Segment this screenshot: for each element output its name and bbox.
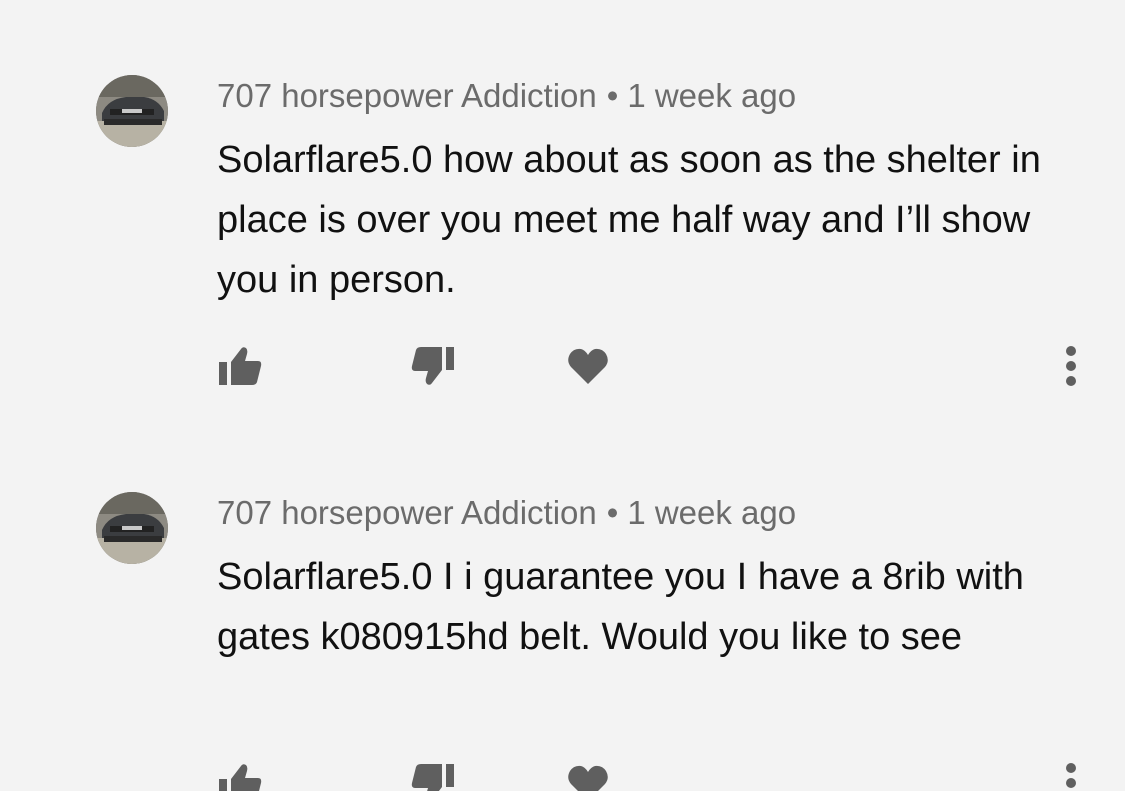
like-button[interactable]: [210, 336, 270, 396]
car-avatar-icon: [96, 492, 168, 564]
author-name[interactable]: 707 horsepower Addiction: [217, 77, 597, 114]
heart-icon: [568, 765, 608, 791]
heart-button[interactable]: [558, 753, 618, 791]
more-options-button[interactable]: [1041, 753, 1101, 791]
comments-screen: 707 horsepower Addiction • 1 week ago Sola…: [0, 0, 1125, 791]
thumb-up-icon: [219, 764, 262, 791]
car-avatar-icon: [96, 75, 168, 147]
comment-actions: [0, 336, 1125, 396]
thumb-up-icon: [219, 347, 262, 385]
separator-dot: •: [606, 494, 619, 531]
heart-button[interactable]: [558, 336, 618, 396]
more-options-button[interactable]: [1041, 336, 1101, 396]
like-button[interactable]: [210, 753, 270, 791]
timestamp: 1 week ago: [627, 494, 797, 531]
comment-meta: 707 horsepower Addiction • 1 week ago: [217, 76, 796, 116]
more-vertical-icon: [1066, 763, 1076, 788]
separator-dot: •: [606, 77, 619, 114]
thumb-down-icon: [411, 764, 454, 791]
comment-meta: 707 horsepower Addiction • 1 week ago: [217, 493, 796, 533]
avatar[interactable]: [96, 492, 168, 564]
avatar[interactable]: [96, 75, 168, 147]
author-name[interactable]: 707 horsepower Addiction: [217, 494, 597, 531]
comment-text: Solarflare5.0 how about as soon as the s…: [217, 139, 1041, 301]
dislike-button[interactable]: [403, 753, 463, 791]
timestamp: 1 week ago: [627, 77, 797, 114]
dislike-button[interactable]: [403, 336, 463, 396]
comment-actions: [0, 753, 1125, 791]
heart-icon: [568, 348, 608, 384]
more-vertical-icon: [1066, 346, 1076, 386]
comment-text: Solarflare5.0 I i guarantee you I have a…: [217, 556, 1024, 658]
thumb-down-icon: [411, 347, 454, 385]
